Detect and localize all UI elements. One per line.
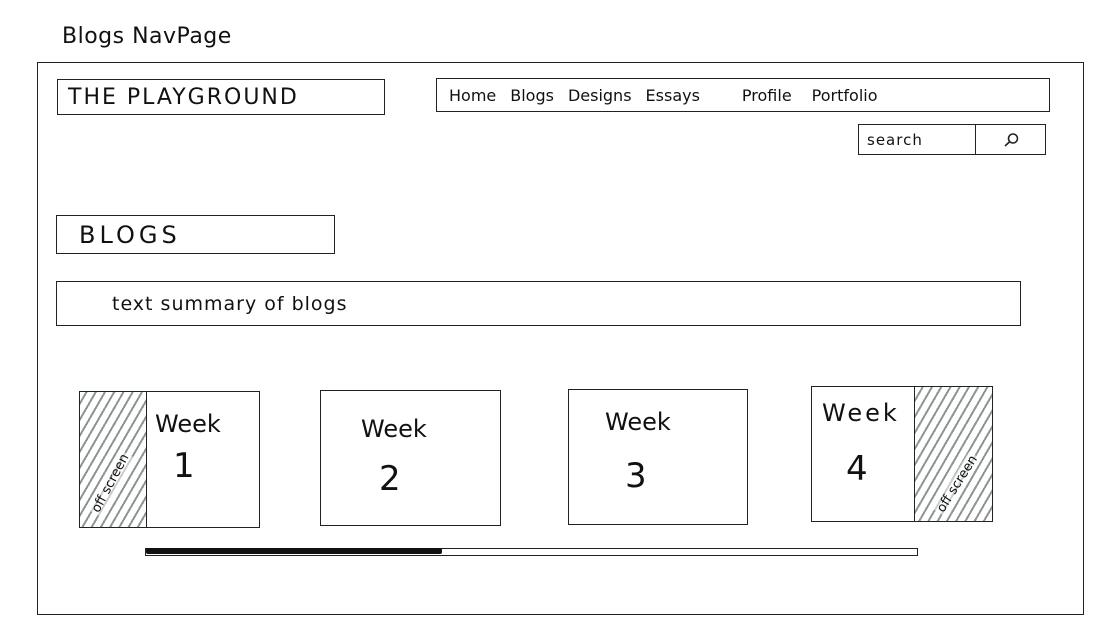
search-icon — [1003, 132, 1018, 147]
nav-item-portfolio[interactable]: Portfolio — [812, 86, 878, 105]
site-logo-text: THE PLAYGROUND — [68, 84, 299, 110]
nav-item-home[interactable]: Home — [449, 86, 496, 105]
sketch-title: Blogs NavPage — [62, 24, 232, 49]
search-bar — [858, 124, 1046, 155]
nav-item-blogs[interactable]: Blogs — [510, 86, 554, 105]
week-card-number: 1 — [173, 446, 195, 486]
nav-bar: Home Blogs Designs Essays Profile Portfo… — [436, 78, 1050, 112]
week-card-number: 3 — [625, 456, 647, 496]
offscreen-label-right: off screen — [933, 451, 982, 517]
nav-item-essays[interactable]: Essays — [646, 86, 700, 105]
blog-summary: text summary of blogs — [56, 281, 1021, 326]
page-title: BLOGS — [56, 215, 335, 254]
week-card-label: Week — [605, 408, 671, 436]
offscreen-area-left: off screen — [79, 391, 147, 528]
search-input[interactable] — [859, 125, 976, 154]
week-card-label: Week — [361, 415, 427, 443]
nav-item-designs[interactable]: Designs — [568, 86, 632, 105]
week-card-2[interactable]: Week 2 — [320, 390, 501, 526]
card-scrollbar-thumb[interactable] — [146, 548, 442, 554]
offscreen-area-right: off screen — [914, 386, 993, 522]
page-title-text: BLOGS — [79, 220, 181, 249]
blog-summary-text: text summary of blogs — [112, 292, 348, 315]
week-card-1[interactable]: Week 1 — [146, 391, 260, 528]
week-card-3[interactable]: Week 3 — [568, 389, 748, 525]
week-card-number: 2 — [379, 459, 401, 499]
week-card-label: Week — [155, 410, 221, 438]
site-logo[interactable]: THE PLAYGROUND — [57, 79, 385, 115]
week-card-4[interactable]: Week 4 — [811, 386, 916, 522]
search-button[interactable] — [976, 125, 1045, 154]
nav-item-profile[interactable]: Profile — [742, 86, 792, 105]
week-card-number: 4 — [846, 449, 868, 489]
week-card-label: Week — [822, 399, 900, 427]
offscreen-label-left: off screen — [88, 449, 134, 518]
